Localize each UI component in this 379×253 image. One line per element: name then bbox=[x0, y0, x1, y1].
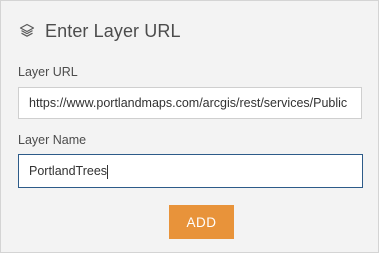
layer-name-input[interactable]: PortlandTrees bbox=[18, 154, 363, 188]
text-caret bbox=[107, 164, 109, 179]
panel-title: Enter Layer URL bbox=[45, 20, 181, 41]
add-button[interactable]: ADD bbox=[169, 205, 234, 239]
panel-header: Enter Layer URL bbox=[17, 17, 181, 45]
layer-name-value: PortlandTrees bbox=[29, 164, 108, 178]
layers-icon bbox=[17, 21, 37, 41]
layer-url-input[interactable]: https://www.portlandmaps.com/arcgis/rest… bbox=[18, 87, 362, 119]
enter-layer-url-panel: Enter Layer URL Layer URL https://www.po… bbox=[0, 0, 379, 253]
layer-name-label: Layer Name bbox=[18, 133, 87, 147]
layer-url-label: Layer URL bbox=[18, 65, 78, 79]
